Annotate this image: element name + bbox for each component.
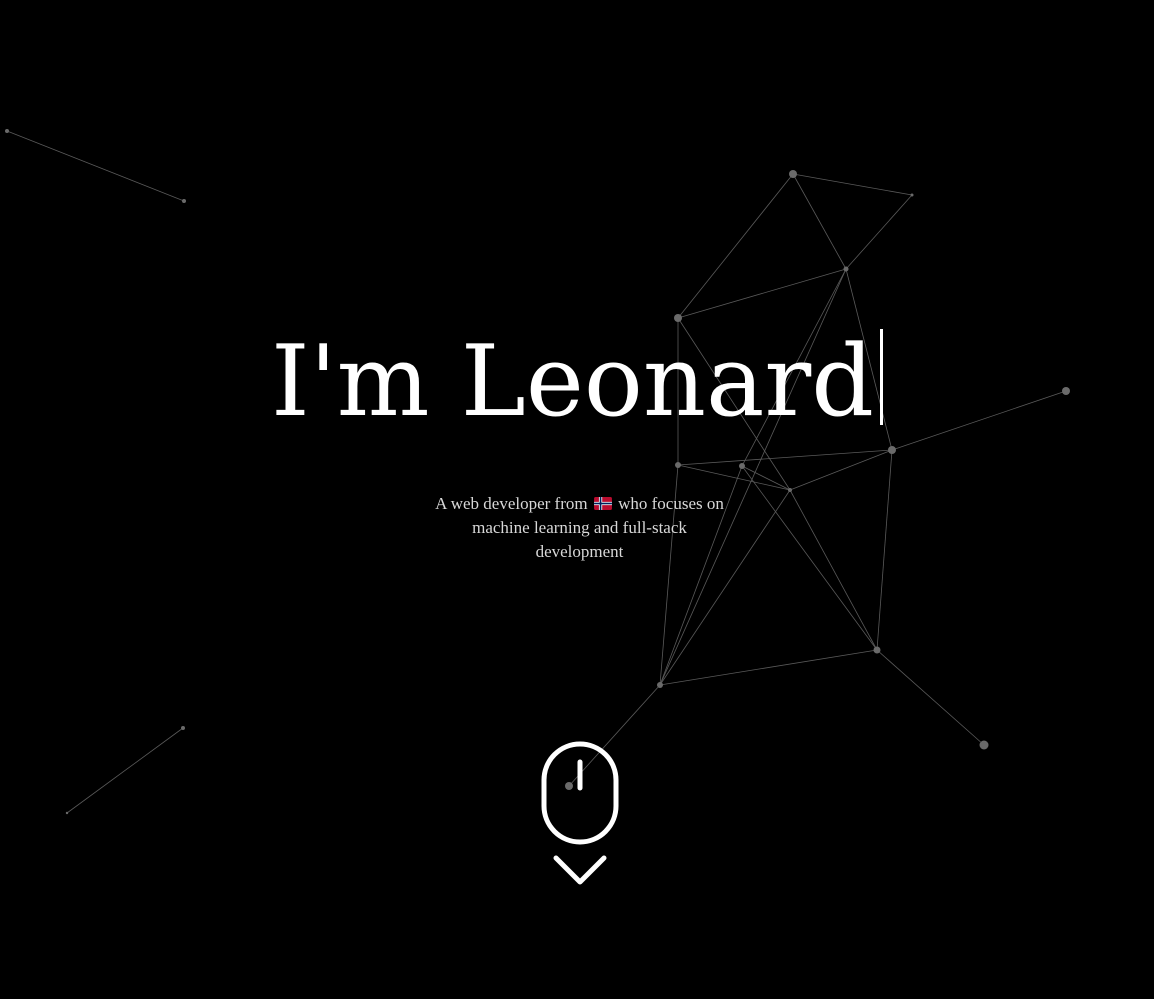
norway-flag-icon — [593, 497, 612, 510]
scroll-down-indicator[interactable] — [540, 740, 620, 890]
hero-section: I'm Leonard A web developer from who foc… — [0, 0, 1154, 999]
typing-caret — [879, 329, 883, 425]
hero-tagline: A web developer from who focuses on mach… — [427, 492, 732, 564]
hero-title: I'm Leonard — [0, 322, 1154, 442]
mouse-icon — [541, 741, 619, 845]
chevron-down-icon — [553, 855, 607, 885]
tagline-text-start: A web developer from — [435, 494, 588, 513]
hero-title-text: I'm Leonard — [271, 325, 874, 439]
